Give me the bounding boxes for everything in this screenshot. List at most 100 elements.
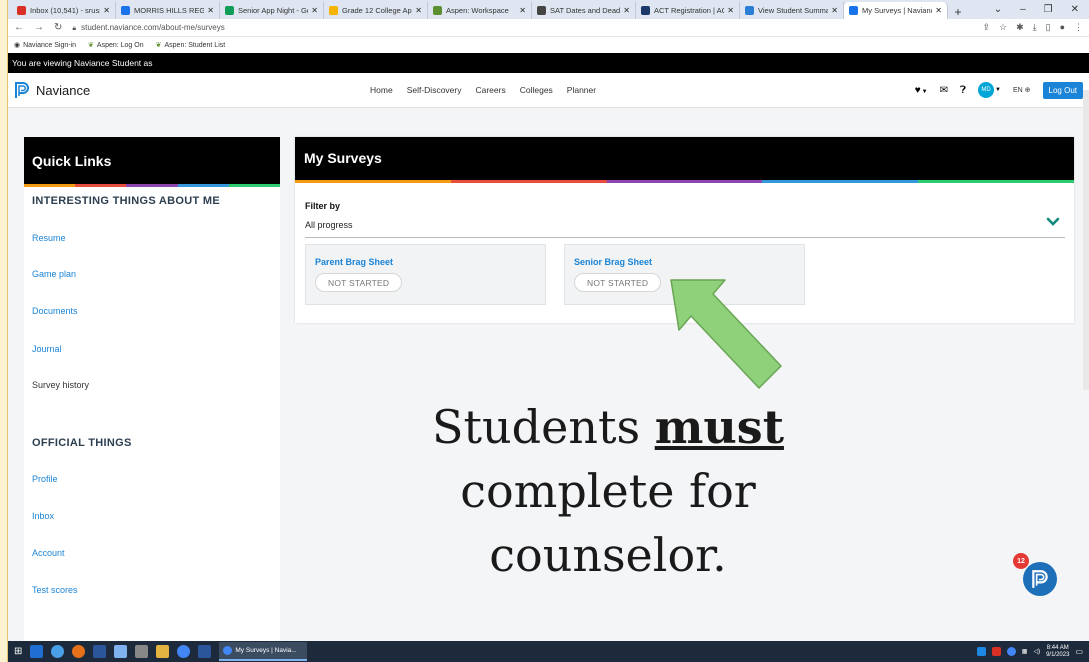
chrome-icon[interactable] <box>177 645 191 658</box>
mail-icon[interactable]: ✉ <box>940 85 948 96</box>
browser-tab[interactable]: Inbox (10,541) - srusso ✕ <box>12 2 116 19</box>
tab-favicon-icon <box>329 6 338 15</box>
word-icon[interactable] <box>93 645 107 658</box>
browser-tab[interactable]: ACT Registration | ACT ✕ <box>636 2 740 19</box>
clock[interactable]: 8:44 AM 9/1/2023 <box>1046 645 1069 659</box>
link-survey-history[interactable]: Survey history <box>32 380 89 390</box>
link-test-scores[interactable]: Test scores <box>32 585 78 595</box>
window-controls: ⌄ – ❐ ✕ <box>994 4 1089 15</box>
profile-icon[interactable]: ● <box>1060 22 1065 33</box>
filter-select[interactable]: All progress <box>305 220 353 230</box>
help-icon[interactable]: ❓︎ <box>960 85 966 96</box>
nav-careers[interactable]: Careers <box>475 85 505 95</box>
restore-icon[interactable]: ❐ <box>1044 4 1053 15</box>
share-icon[interactable]: ⇪ <box>982 22 990 33</box>
close-tab-icon[interactable]: ✕ <box>415 6 422 15</box>
chrome-icon[interactable] <box>1006 647 1016 656</box>
tab-favicon-icon <box>849 6 858 15</box>
bookmark-aspen-student-list[interactable]: ❦ Aspen: Student List <box>156 41 226 49</box>
browser-tab[interactable]: Grade 12 College App ✕ <box>324 2 428 19</box>
link-documents[interactable]: Documents <box>32 306 78 316</box>
link-game-plan[interactable]: Game plan <box>32 269 76 279</box>
browser-tab[interactable]: View Student Summary✕ <box>740 2 844 19</box>
close-tab-icon[interactable]: ✕ <box>519 6 526 15</box>
close-tab-icon[interactable]: ✕ <box>727 6 734 15</box>
language-selector[interactable]: EN ⊕ <box>1013 86 1031 94</box>
windows-taskbar: ⊞ My Surveys | Navia... ▦ ◁) 8:44 AM 9/1/… <box>8 641 1089 662</box>
bookmark-aspen-logon[interactable]: ❦ Aspen: Log On <box>88 41 144 49</box>
link-resume[interactable]: Resume <box>32 233 66 243</box>
tab-title: MORRIS HILLS REGIONAL <box>134 6 204 15</box>
reload-icon[interactable]: ↻ <box>54 22 62 33</box>
calculator-icon[interactable] <box>135 645 149 658</box>
gmail-icon[interactable] <box>991 647 1001 656</box>
browser-tab[interactable]: SAT Dates and Deadlines✕ <box>532 2 636 19</box>
rainbow-segment <box>126 184 178 187</box>
extensions-icon[interactable]: ✱ <box>1016 22 1024 33</box>
tab-search-icon[interactable]: ⌄ <box>994 4 1002 15</box>
naviance-logo[interactable]: Naviance <box>14 81 90 99</box>
link-journal[interactable]: Journal <box>32 344 62 354</box>
lock-icon: 🔒︎ <box>72 24 77 32</box>
nav-self-discovery[interactable]: Self-Discovery <box>407 85 462 95</box>
close-window-icon[interactable]: ✕ <box>1071 4 1079 15</box>
browser-tab[interactable]: Aspen: Workspace ✕ <box>428 2 532 19</box>
firefox-icon[interactable] <box>72 645 86 658</box>
tray-app-icon[interactable] <box>976 647 986 656</box>
avatar-menu[interactable]: MD ▼ <box>978 82 1001 98</box>
folder-icon[interactable] <box>156 645 170 658</box>
section-official-things: OFFICIAL THINGS <box>32 437 132 449</box>
word-icon[interactable] <box>198 645 212 658</box>
section-interesting-things: INTERESTING THINGS ABOUT ME <box>32 195 220 207</box>
close-tab-icon[interactable]: ✕ <box>935 6 942 15</box>
leaf-icon: ❦ <box>88 42 94 49</box>
browser-tab[interactable]: Senior App Night - Go ✕ <box>220 2 324 19</box>
nav-home[interactable]: Home <box>370 85 393 95</box>
browser-tab[interactable]: MORRIS HILLS REGIONAL✕ <box>116 2 220 19</box>
close-tab-icon[interactable]: ✕ <box>311 6 318 15</box>
favorites-heart-icon[interactable]: ♥▼ <box>915 85 928 96</box>
star-icon[interactable]: ☆ <box>999 22 1007 33</box>
annotation-arrow-icon <box>670 279 782 389</box>
taskbar-app-my-surveys[interactable]: My Surveys | Navia... <box>219 642 308 661</box>
naviance-chat-button[interactable] <box>1023 562 1057 596</box>
link-inbox[interactable]: Inbox <box>32 511 54 521</box>
notifications-icon[interactable]: ▭ <box>1075 647 1083 656</box>
rainbow-segment <box>295 180 451 183</box>
tab-title: SAT Dates and Deadlines <box>550 6 621 15</box>
close-tab-icon[interactable]: ✕ <box>207 6 214 15</box>
volume-icon[interactable]: ◁) <box>1033 648 1040 655</box>
tab-favicon-icon <box>641 6 650 15</box>
browser-tab[interactable]: My Surveys | Naviance ✕ <box>844 2 948 19</box>
download-icon[interactable]: ⤓ <box>1033 22 1037 33</box>
survey-card-parent-brag-sheet[interactable]: Parent Brag Sheet NOT STARTED <box>305 244 546 305</box>
file-explorer-icon[interactable] <box>30 645 44 658</box>
network-icon[interactable]: ▦ <box>1022 648 1028 655</box>
close-tab-icon[interactable]: ✕ <box>623 6 630 15</box>
page-scrollbar[interactable] <box>1083 90 1089 390</box>
windows-start-icon[interactable]: ⊞ <box>14 646 22 657</box>
notes-icon[interactable] <box>114 645 128 658</box>
bookmark-naviance-signin[interactable]: ◉ Naviance Sign-in <box>14 41 76 49</box>
minimize-icon[interactable]: – <box>1020 4 1026 15</box>
nav-colleges[interactable]: Colleges <box>520 85 553 95</box>
chevron-down-icon[interactable] <box>1046 215 1060 229</box>
edge-icon[interactable] <box>51 645 65 658</box>
url-field[interactable]: 🔒︎ student.naviance.com/about-me/surveys <box>72 23 982 33</box>
rainbow-segment <box>918 180 1074 183</box>
back-icon[interactable]: ← <box>14 22 24 33</box>
close-tab-icon[interactable]: ✕ <box>103 6 110 15</box>
logout-button[interactable]: Log Out <box>1042 81 1083 99</box>
nav-planner[interactable]: Planner <box>567 85 596 95</box>
sidepanel-icon[interactable]: ▯ <box>1046 22 1051 33</box>
link-account[interactable]: Account <box>32 548 65 558</box>
link-profile[interactable]: Profile <box>32 474 58 484</box>
chrome-icon <box>223 646 233 655</box>
address-bar: ← → ↻ 🔒︎ student.naviance.com/about-me/su… <box>8 19 1089 37</box>
close-tab-icon[interactable]: ✕ <box>831 6 838 15</box>
survey-card-title[interactable]: Senior Brag Sheet <box>574 257 652 267</box>
menu-icon[interactable]: ⋮ <box>1074 22 1083 33</box>
forward-icon[interactable]: → <box>34 22 44 33</box>
survey-card-title[interactable]: Parent Brag Sheet <box>315 257 393 267</box>
new-tab-button[interactable]: + <box>948 5 968 19</box>
